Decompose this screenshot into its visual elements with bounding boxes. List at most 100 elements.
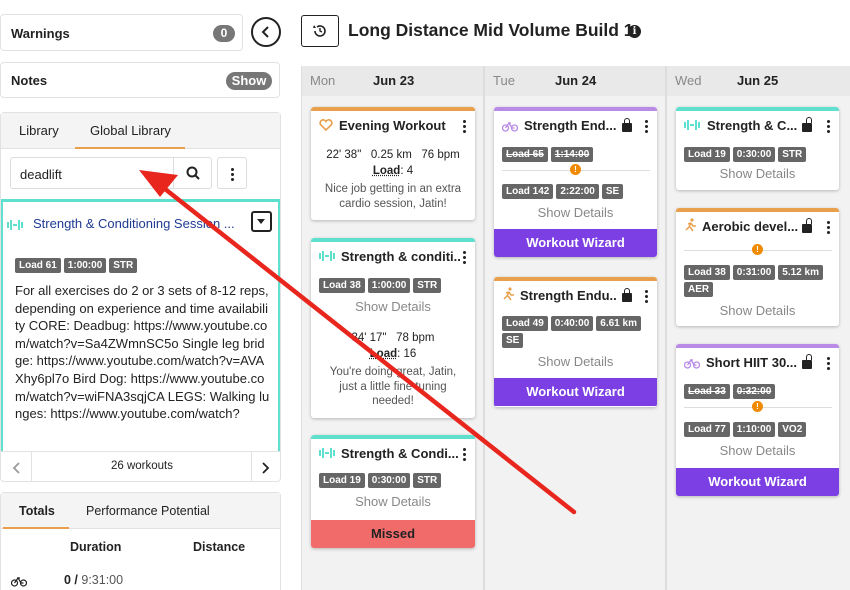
plan-title: Long Distance Mid Volume Build 1: [348, 20, 634, 40]
notes-label: Notes: [11, 73, 48, 88]
history-button[interactable]: [301, 15, 339, 47]
more-vertical-icon[interactable]: [463, 448, 466, 463]
more-vertical-icon[interactable]: [827, 357, 830, 372]
show-details-link[interactable]: Show Details: [311, 299, 475, 314]
day-label: Mon: [310, 73, 336, 88]
info-icon[interactable]: i: [628, 25, 641, 38]
more-vertical-icon[interactable]: [463, 251, 466, 266]
session-description: For all exercises do 2 or 3 sets of 8-12…: [15, 283, 270, 422]
run-icon: [685, 218, 696, 232]
card-tags-2: SE: [502, 330, 526, 348]
date-label: Jun 25: [737, 73, 779, 88]
pagination-bar: 26 workouts: [1, 451, 280, 482]
column-header-tue: Tue Jun 24: [485, 66, 666, 96]
load-tag: Load 142: [502, 184, 554, 199]
collapse-panel-button[interactable]: [251, 17, 281, 47]
card-title[interactable]: Strength & C...: [707, 118, 797, 133]
warnings-row[interactable]: Warnings 0: [0, 14, 243, 51]
search-input[interactable]: deadlift: [20, 167, 62, 182]
show-details-link[interactable]: Show Details: [676, 303, 839, 318]
session-expand-button[interactable]: [251, 211, 272, 232]
workout-card-strength-endurance-1[interactable]: Strength End... Load 65 1:14:00 ! Load 14…: [494, 107, 657, 257]
more-vertical-icon[interactable]: [827, 221, 830, 236]
card-tags: Load 19 0:30:00 STR: [319, 470, 444, 488]
search-button[interactable]: [173, 157, 212, 189]
notes-show-button[interactable]: Show: [226, 72, 272, 90]
warning-icon[interactable]: !: [752, 244, 763, 255]
card-title[interactable]: Strength & Condi...: [341, 446, 461, 461]
more-vertical-icon[interactable]: [463, 120, 466, 135]
show-details-link[interactable]: Show Details: [676, 166, 839, 181]
show-details-link[interactable]: Show Details: [494, 205, 657, 220]
tab-global-library-underline: [75, 147, 185, 149]
card-tags: Load 38 1:00:00 STR: [319, 275, 444, 293]
session-duration-tag: 1:00:00: [63, 258, 107, 273]
search-input-box[interactable]: deadlift: [10, 157, 212, 189]
card-title[interactable]: Strength Endu...: [520, 288, 616, 303]
totals-bike-duration: 0 / 9:31:00: [64, 573, 124, 587]
day-label: Tue: [493, 73, 515, 88]
unlock-icon[interactable]: [802, 117, 812, 132]
workout-card-aerobic[interactable]: Aerobic devel... ! Load 38 0:31:00 5.12 km…: [676, 208, 839, 326]
heart-icon: [319, 119, 333, 131]
session-tags: Load 61 1:00:00 STR: [15, 255, 140, 273]
bike-icon: [684, 358, 700, 369]
search-icon: [186, 166, 200, 180]
column-header-mon: Mon Jun 23: [302, 66, 483, 96]
unlock-icon[interactable]: [802, 218, 812, 233]
show-details-link[interactable]: Show Details: [494, 354, 657, 369]
warning-icon[interactable]: !: [752, 401, 763, 412]
workout-card-strength-1[interactable]: Strength & conditi... Load 38 1:00:00 STR …: [311, 238, 475, 418]
more-vertical-icon[interactable]: [645, 120, 648, 135]
tab-global-library[interactable]: Global Library: [90, 123, 171, 138]
card-title[interactable]: Short HIIT 30...: [706, 355, 798, 370]
workout-wizard-button[interactable]: Workout Wizard: [494, 229, 657, 257]
planned-tags: Load 33 0:32:00: [684, 381, 778, 399]
lock-icon[interactable]: [622, 118, 632, 132]
workout-card-strength-endurance-2[interactable]: Strength Endu... Load 49 0:40:00 6.61 km S…: [494, 277, 657, 407]
chevron-right-icon[interactable]: [255, 458, 275, 478]
search-options-button[interactable]: [217, 157, 247, 189]
show-details-link[interactable]: Show Details: [676, 443, 839, 458]
show-details-link[interactable]: Show Details: [311, 494, 475, 509]
chevron-left-icon[interactable]: [7, 458, 27, 478]
card-tags: Load 49 0:40:00 6.61 km: [502, 313, 644, 331]
history-icon: [313, 25, 326, 37]
warning-icon[interactable]: !: [570, 164, 581, 175]
day-label: Wed: [675, 73, 702, 88]
lock-icon[interactable]: [622, 288, 632, 302]
old-duration-tag: 1:14:00: [550, 147, 594, 162]
tab-performance-potential[interactable]: Performance Potential: [86, 504, 210, 518]
library-session-card[interactable]: Strength & Conditioning Session ... Load…: [1, 199, 280, 451]
workout-card-strength-2[interactable]: Strength & Condi... Load 19 0:30:00 STR Sh…: [311, 435, 475, 548]
card-load: Load: 16: [369, 348, 417, 360]
type-tag: VO2: [778, 422, 807, 437]
notes-row[interactable]: Notes Show: [0, 62, 280, 98]
type-tag: STR: [413, 278, 442, 293]
card-metrics: 34' 17" 78 bpm: [351, 332, 435, 344]
load-tag: Load 38: [319, 278, 365, 293]
workout-card-strength-3[interactable]: Strength & C... Load 19 0:30:00 STR Show D…: [676, 107, 839, 190]
workout-wizard-button[interactable]: Workout Wizard: [676, 468, 839, 496]
tab-totals[interactable]: Totals: [19, 504, 55, 518]
card-title[interactable]: Evening Workout: [339, 118, 461, 133]
caret-down-icon: [257, 219, 265, 224]
unlock-icon[interactable]: [802, 354, 812, 369]
duration-header: Duration: [70, 540, 122, 554]
load-tag: Load 77: [684, 422, 730, 437]
tab-library[interactable]: Library: [19, 123, 59, 138]
session-title[interactable]: Strength & Conditioning Session ...: [33, 216, 235, 231]
duration-tag: 0:31:00: [732, 265, 776, 280]
card-title[interactable]: Strength & conditi...: [341, 249, 461, 264]
card-title[interactable]: Strength End...: [524, 118, 616, 133]
more-vertical-icon[interactable]: [645, 290, 648, 305]
load-tag: Load 19: [319, 473, 365, 488]
workout-wizard-button[interactable]: Workout Wizard: [494, 378, 657, 406]
card-comment: Nice job getting in an extra cardio sess…: [324, 183, 462, 210]
card-title[interactable]: Aerobic devel...: [702, 219, 798, 234]
card-comment: You're doing great, Jatin, just a little…: [329, 366, 457, 407]
bike-icon: [11, 576, 27, 587]
workout-card-evening[interactable]: Evening Workout 22' 38" 0.25 km 76 bpm L…: [311, 107, 475, 220]
more-vertical-icon[interactable]: [827, 120, 830, 135]
workout-card-hiit[interactable]: Short HIIT 30... Load 33 0:32:00 ! Load 7…: [676, 344, 839, 496]
